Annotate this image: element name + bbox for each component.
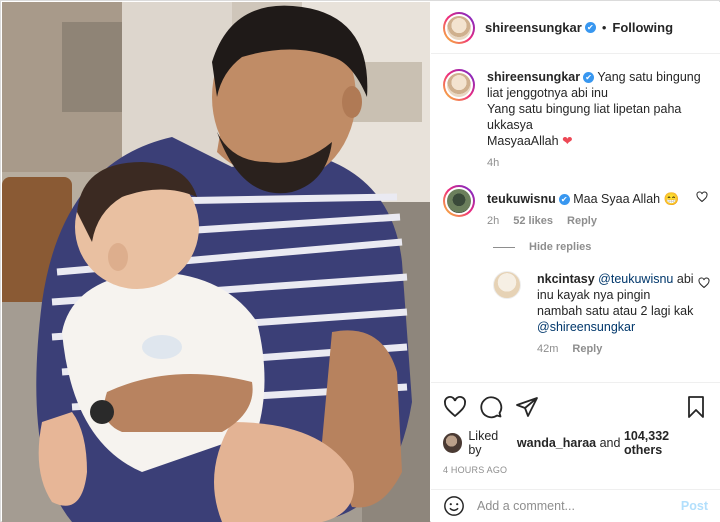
reply-line-3: nambah satu atau 2 lagi <box>537 304 671 318</box>
comment-username[interactable]: teukuwisnu <box>487 192 556 206</box>
comment-text: teukuwisnu ✔ Maa Syaa Allah 😁 <box>487 191 708 207</box>
reply-avatar[interactable] <box>493 271 521 299</box>
liker-username[interactable]: wanda_haraa <box>517 436 596 450</box>
verified-icon: ✔ <box>583 72 595 84</box>
caption-line-4: ukkasya <box>487 118 533 132</box>
caption-avatar[interactable] <box>443 69 475 101</box>
reply-button[interactable]: Reply <box>567 215 597 227</box>
add-comment-bar: Post <box>431 489 720 522</box>
comment-heart-icon[interactable] <box>696 191 708 203</box>
reply-item: nkcintasy @teukuwisnu abi inu kayak nya … <box>493 271 710 355</box>
reply-time[interactable]: 42m <box>537 343 558 355</box>
comment-body: Maa Syaa Allah <box>573 192 661 206</box>
reply-line-1: abi <box>676 272 694 286</box>
caption-line-1: Yang satu bingung <box>597 70 701 84</box>
emoji-icon[interactable] <box>443 495 465 517</box>
caption-meta: 4h <box>487 157 701 169</box>
avatar[interactable] <box>443 11 475 44</box>
comment-meta: 2h 52 likes Reply <box>487 215 708 227</box>
caption-line-2: liat jenggotnya abi inu <box>487 86 608 100</box>
header-username[interactable]: shireensungkar <box>485 20 582 35</box>
caption-text: shireensungkar ✔ Yang satu bingung liat j… <box>487 69 701 149</box>
caption: shireensungkar ✔ Yang satu bingung liat j… <box>443 69 708 169</box>
reply-mention-2[interactable]: @shireensungkar <box>537 320 635 334</box>
reply-line-2: inu kayak nya pingin <box>537 288 651 302</box>
post-timestamp[interactable]: 4 HOURS AGO <box>443 465 708 475</box>
caption-username[interactable]: shireensungkar <box>487 70 580 84</box>
bookmark-icon[interactable] <box>684 395 708 419</box>
reply-text: nkcintasy @teukuwisnu abi inu kayak nya … <box>537 271 694 335</box>
post-header: shireensungkar ✔ • Following <box>431 2 720 54</box>
comment-avatar[interactable] <box>443 185 475 217</box>
liker-avatar[interactable] <box>443 433 463 453</box>
verified-icon: ✔ <box>558 194 570 206</box>
photo-illustration <box>2 2 430 522</box>
post-actions: Liked by wanda_haraa and 104,332 others … <box>431 382 720 475</box>
action-icons <box>443 393 708 421</box>
grin-emoji: 😁 <box>663 192 680 206</box>
post-side-panel: shireensungkar ✔ • Following shireensung… <box>431 2 720 522</box>
reply-line-4: kak <box>673 304 694 318</box>
post-button[interactable]: Post <box>681 499 708 513</box>
comment-icon[interactable] <box>479 395 503 419</box>
reply-meta: 42m Reply <box>537 343 694 355</box>
following-button[interactable]: Following <box>612 20 673 35</box>
post-photo[interactable] <box>2 2 430 522</box>
likes-summary: Liked by wanda_haraa and 104,332 others <box>443 429 708 457</box>
reply-username[interactable]: nkcintasy <box>537 272 595 286</box>
separator-dot: • <box>601 20 607 35</box>
caption-line-5: MasyaaAllah <box>487 134 559 148</box>
hide-replies-button[interactable]: Hide replies <box>493 241 708 253</box>
post-modal: shireensungkar ✔ • Following shireensung… <box>0 0 720 522</box>
likes-count[interactable]: 104,332 others <box>624 429 708 457</box>
reply-heart-icon[interactable] <box>698 277 710 289</box>
caption-line-3: Yang satu bingung liat lipetan paha <box>487 102 682 116</box>
comments-list[interactable]: shireensungkar ✔ Yang satu bingung liat j… <box>431 55 720 382</box>
comment-item: teukuwisnu ✔ Maa Syaa Allah 😁 2h 52 likes… <box>443 185 708 227</box>
comment-likes[interactable]: 52 likes <box>513 215 553 227</box>
heart-icon[interactable] <box>443 395 467 419</box>
reply-mention-1[interactable]: @teukuwisnu <box>598 272 673 286</box>
likes-and: and <box>599 436 621 450</box>
hide-replies-label: Hide replies <box>529 241 592 253</box>
red-heart-emoji: ❤ <box>562 134 573 148</box>
verified-icon: ✔ <box>584 22 596 33</box>
comment-input[interactable] <box>477 499 681 513</box>
caption-time[interactable]: 4h <box>487 157 499 169</box>
share-icon[interactable] <box>515 395 539 419</box>
liked-by-prefix: Liked by <box>468 429 499 457</box>
comment-time[interactable]: 2h <box>487 215 499 227</box>
divider-line <box>493 246 515 248</box>
reply-reply-button[interactable]: Reply <box>572 343 602 355</box>
